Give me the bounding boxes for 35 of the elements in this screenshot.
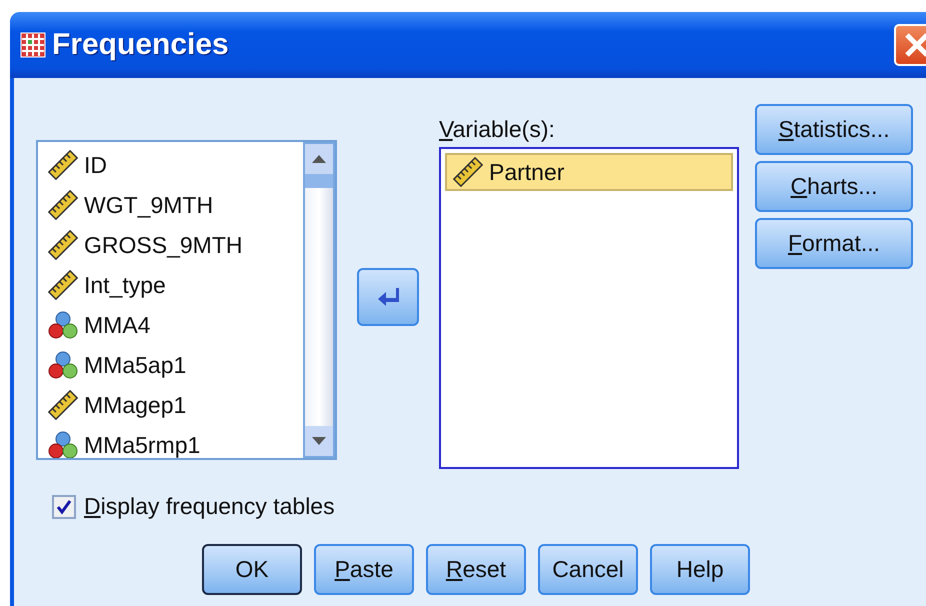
circles-icon (48, 310, 78, 340)
dialog-button[interactable]: Help (650, 544, 750, 595)
scrollbar[interactable] (303, 142, 335, 458)
close-icon (903, 31, 926, 59)
source-variable-list[interactable]: ID WGT_9MTH GROSS_9MTH Int_type MMA4 MMa5ap1 MMagep1 MMa5rmp1 (36, 140, 337, 460)
circles-icon (48, 350, 78, 380)
checkbox-label: Display frequency tables (84, 493, 335, 520)
variable-item[interactable]: GROSS_9MTH (42, 226, 299, 264)
table-icon (20, 32, 46, 58)
dialog-button[interactable]: Cancel (538, 544, 638, 595)
scrollbar-thumb[interactable] (305, 174, 333, 188)
variable-item[interactable]: MMA4 (42, 306, 299, 344)
variable-item[interactable]: MMagep1 (42, 386, 299, 424)
move-arrow-button[interactable] (357, 268, 419, 326)
variable-item[interactable]: MMa5rmp1 (42, 426, 299, 458)
check-icon (56, 498, 72, 514)
dialog-button[interactable]: Paste (314, 544, 414, 595)
window-title: Frequencies (52, 28, 230, 62)
variable-item[interactable]: Partner (445, 153, 733, 191)
side-button[interactable]: Charts... (755, 161, 913, 212)
scroll-up-icon (311, 154, 327, 164)
variables-label: Variable(s): (439, 116, 556, 143)
arrow-icon (376, 286, 400, 308)
variable-item[interactable]: MMa5ap1 (42, 346, 299, 384)
side-button[interactable]: Format... (755, 218, 913, 269)
side-button[interactable]: Statistics... (755, 104, 913, 155)
scroll-down-icon (311, 436, 327, 446)
checkbox[interactable] (52, 494, 76, 518)
selected-variable-list[interactable]: Partner (439, 147, 739, 469)
dialog-button[interactable]: Reset (426, 544, 526, 595)
dialog-button[interactable]: OK (202, 544, 302, 595)
variable-item[interactable]: Int_type (42, 266, 299, 304)
variable-item[interactable]: ID (42, 146, 299, 184)
variable-item[interactable]: WGT_9MTH (42, 186, 299, 224)
circles-icon (48, 430, 78, 458)
